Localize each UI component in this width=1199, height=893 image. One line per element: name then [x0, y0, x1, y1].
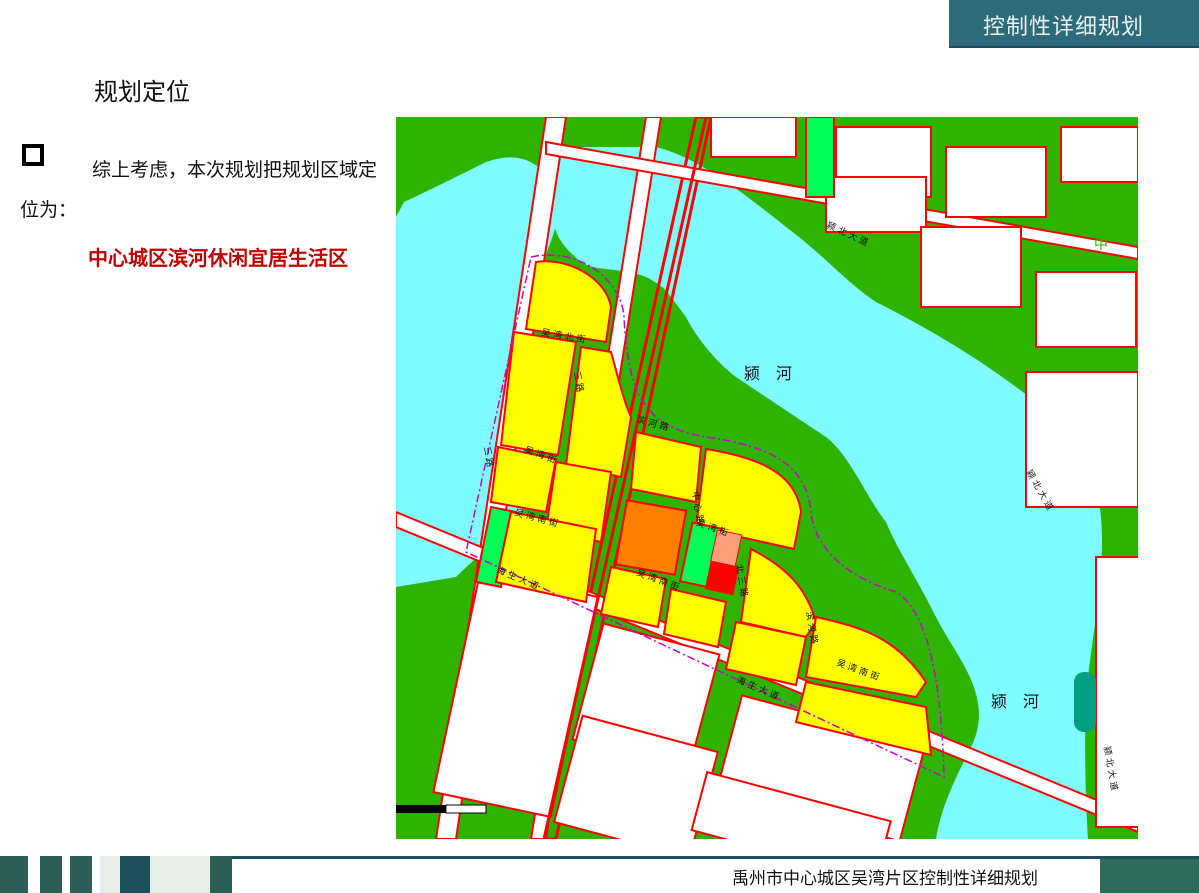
scale-bar [396, 805, 446, 813]
body-paragraph: 综上考虑，本次规划把规划区域定位为： [20, 159, 378, 221]
green-strip-top [805, 117, 835, 198]
header-badge: 控制性详细规划 [949, 0, 1199, 48]
footer-stripe [150, 856, 210, 893]
section-title: 规划定位 [94, 78, 190, 106]
footer-stripe [40, 856, 62, 893]
label-river-1: 颍 河 [744, 364, 792, 383]
label-road-zhong: 中 [1094, 237, 1108, 253]
land-use-map: 颍 河 颍 河 颍 北 大 道 颍 北 大 道 颍 北 大 道 海 生 大 道 … [396, 117, 1138, 839]
footer-stripe [1100, 856, 1199, 893]
footer-stripe [100, 856, 120, 893]
footer-title: 禹州市中心城区吴湾片区控制性详细规划 [732, 869, 1038, 889]
footer-stripe [120, 856, 150, 893]
footer-stripe [0, 856, 28, 893]
commercial-block [614, 499, 688, 576]
footer-stripe [210, 856, 232, 893]
footer-stripe [70, 856, 92, 893]
header-badge-title: 控制性详细规划 [983, 15, 1145, 40]
teal-feature [1074, 672, 1096, 732]
positioning-highlight: 中心城区滨河休闲宜居生活区 [88, 246, 348, 270]
label-river-2: 颍 河 [991, 692, 1039, 711]
footer-rule [232, 856, 1199, 859]
